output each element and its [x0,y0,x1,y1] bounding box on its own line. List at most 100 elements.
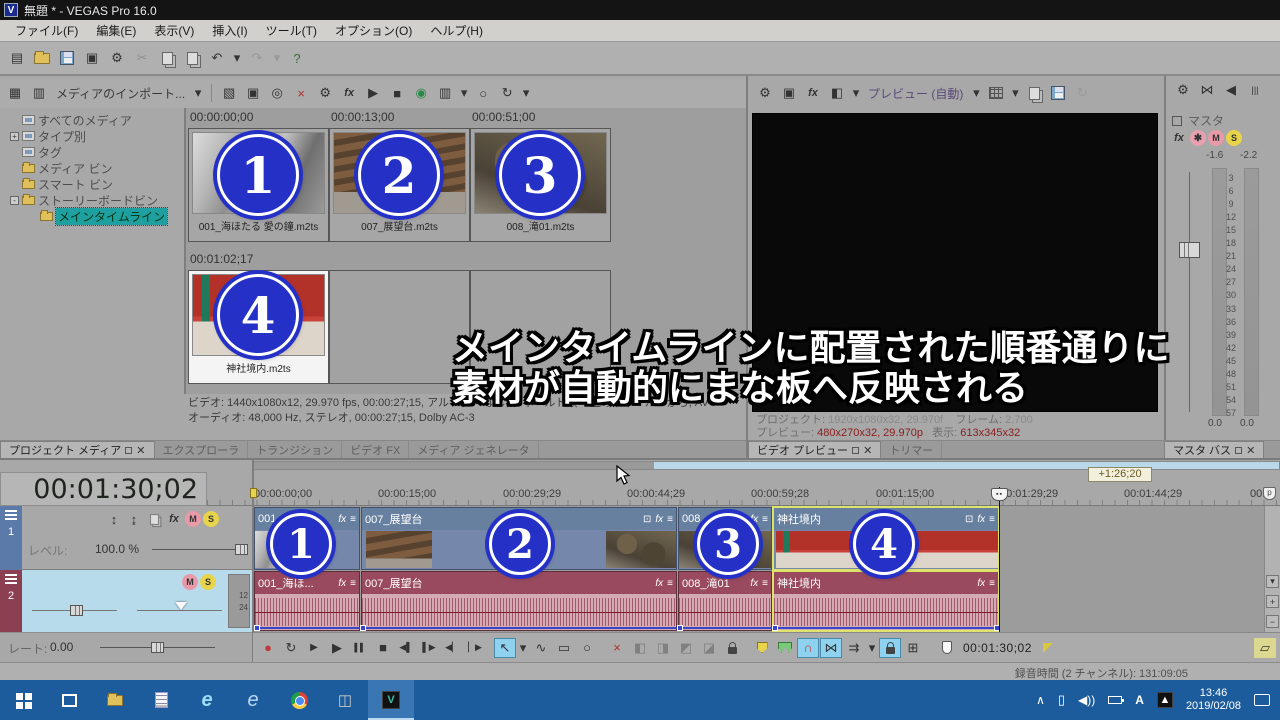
ime-mode-icon[interactable]: A [1135,693,1144,707]
delete-icon[interactable]: × [606,638,628,658]
clip-fx-icon[interactable]: fx [750,578,758,589]
remove-from-project-icon[interactable]: × [290,83,312,103]
taskbar-clock[interactable]: 13:46 2019/02/08 [1186,687,1241,713]
video-fx-icon[interactable]: fx [802,83,824,103]
internet-explorer-button[interactable]: e [230,680,276,720]
tab-project-media[interactable]: プロジェクト メディア ✕ [0,441,155,458]
auto-crossfade-icon[interactable]: ⋈ [820,638,842,658]
audio-clip-1[interactable]: 001_海ほ...fx≡ [254,571,360,631]
clip-fx-icon[interactable]: fx [338,514,346,525]
import-dropdown-icon[interactable]: ▾ [191,83,205,103]
clip-menu-icon[interactable]: ≡ [350,578,356,589]
storyboard-item[interactable]: 00:00:00;00001_海ほたる 愛の鐘.m2ts1 [188,110,329,242]
loop-playback-icon[interactable]: ↻ [280,638,302,658]
clip-fx-icon[interactable]: fx [338,578,346,589]
tree-item[interactable]: -ストーリーボードビン [0,192,184,208]
scrollbar-thumb[interactable] [654,462,1279,469]
undo-icon[interactable]: ↶ [206,48,228,68]
collapse-icon[interactable]: - [10,196,19,205]
split-screen-view-icon[interactable]: ◧ [826,83,848,103]
rate-slider[interactable] [100,647,215,648]
audio-track-header-body[interactable]: M S 12 24 [22,570,253,632]
save-snapshot-icon[interactable] [1047,83,1069,103]
menu-item-6[interactable]: ヘルプ(H) [421,20,492,41]
track-menu-icon[interactable] [5,574,17,584]
envelope-point[interactable] [360,625,366,631]
audio-clip-3[interactable]: 008_滝01fx≡ [678,571,772,631]
hover-scrub-icon[interactable]: ○ [472,83,494,103]
project-properties-icon[interactable]: ⚙ [106,48,128,68]
cut-icon[interactable]: ✂ [131,48,153,68]
whats-this-help-icon[interactable]: ? [286,48,308,68]
audio-clip-header[interactable]: 007_展望台fx≡ [362,572,676,594]
bin-views-icon[interactable]: ▦ [4,83,26,103]
paste-icon[interactable] [181,48,203,68]
auto-ripple-dropdown-icon[interactable]: ▾ [866,638,878,658]
slip-trim-start-icon[interactable]: ◩ [675,638,697,658]
playhead-pin-icon[interactable] [936,638,958,658]
track-mute-icon[interactable]: M [182,574,198,590]
tab-trimmer[interactable]: トリマー [881,441,942,458]
start-preview-icon[interactable]: ▶ [362,83,384,103]
zoom-out-icon[interactable]: − [1266,615,1279,628]
tray-expand-icon[interactable]: ∧ [1036,693,1045,707]
playhead-head[interactable]: ▪▪ [991,488,1008,501]
auto-preview-dropdown-icon[interactable]: ▾ [520,83,532,103]
volume-slider[interactable] [32,610,117,611]
timeline-v-scrollbar[interactable] [1264,506,1280,632]
media-app-button[interactable]: ◫ [322,680,368,720]
downmix-output-icon[interactable]: ⋈ [1196,80,1218,100]
pan-slider[interactable] [137,610,222,611]
tab-master-bus[interactable]: マスタ バス ✕ [1164,441,1264,458]
media-properties-icon[interactable]: ⚙ [314,83,336,103]
clip-fx-icon[interactable]: fx [655,514,663,525]
menu-item-0[interactable]: ファイル(F) [6,20,87,41]
lock-envelopes-icon[interactable] [879,638,901,658]
timeline-timecode-display[interactable]: 00:01:30;02 [0,472,207,506]
clip-fx-icon[interactable]: fx [977,578,985,589]
new-bin-icon[interactable]: ▧ [218,83,240,103]
envelope-point[interactable] [254,625,260,631]
level-value[interactable]: 100.0 % [95,542,139,556]
view-mode-icon[interactable]: ▥ [434,83,456,103]
master-fader-handle[interactable] [1179,242,1200,258]
video-track-header[interactable]: 1 ↕ ↨ fx M S レベル: 100.0 % [0,506,253,570]
tab-video-fx[interactable]: ビデオ FX [342,441,409,458]
envelope-point[interactable] [772,625,778,631]
tree-item-label[interactable]: スマート ビン [38,176,113,193]
view-dropdown-icon[interactable]: ▾ [458,83,470,103]
tree-item[interactable]: すべてのメディア [0,112,184,128]
trim-end-icon[interactable]: ◨ [652,638,674,658]
slip-trim-end-icon[interactable]: ◪ [698,638,720,658]
zoom-edit-tool-icon[interactable]: ○ [576,638,598,658]
clip-menu-icon[interactable]: ≡ [667,514,673,525]
menu-item-2[interactable]: 表示(V) [145,20,203,41]
scroll-down-icon[interactable]: ▾ [1266,575,1279,588]
zoom-in-icon[interactable]: + [1266,595,1279,608]
master-solo-icon[interactable]: S [1226,130,1242,146]
start-button[interactable] [0,680,46,720]
dock-icon[interactable] [125,447,132,454]
redo-icon[interactable]: ↷ [246,48,268,68]
tab-video-preview[interactable]: ビデオ プレビュー ✕ [748,441,881,458]
track-menu-icon[interactable] [5,510,17,520]
play-in-media-player-icon[interactable]: ◉ [410,83,432,103]
go-to-start-icon[interactable]: ◀▌ [395,638,417,658]
mixer-controls-icon[interactable]: ||| [1244,80,1266,100]
copy-snapshot-icon[interactable] [1023,83,1045,103]
previous-frame-icon[interactable]: ◀▏ [441,638,463,658]
clip-fx-icon[interactable]: fx [655,578,663,589]
level-slider-thumb[interactable] [235,544,248,555]
tree-item-label[interactable]: タイプ別 [38,128,86,145]
dim-output-icon[interactable]: ◀ [1220,80,1242,100]
clip-menu-icon[interactable]: ≡ [667,578,673,589]
save-project-icon[interactable] [56,48,78,68]
close-icon[interactable]: ✕ [1246,444,1255,457]
audio-clip-header[interactable]: 神社境内fx≡ [774,572,998,594]
undo-dropdown-icon[interactable]: ▾ [231,48,243,68]
pan-slider-thumb[interactable] [175,602,187,610]
expand-icon[interactable]: + [10,132,19,141]
ignore-event-grouping-icon[interactable]: ⊞ [902,638,924,658]
go-to-end-icon[interactable]: ▌▶ [418,638,440,658]
edit-tool-dropdown-icon[interactable]: ▾ [517,638,529,658]
